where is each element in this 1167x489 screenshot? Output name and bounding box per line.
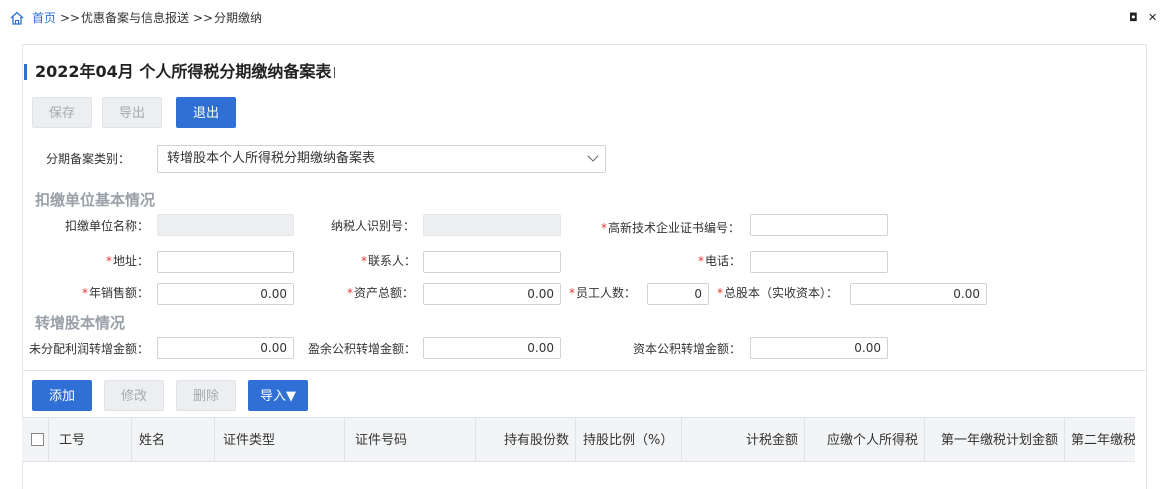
column-header[interactable]: 持有股份数 <box>476 418 576 461</box>
undistributed-profit-label: 未分配利润转增金额： <box>29 342 150 356</box>
employees-label: *员工人数： <box>569 286 637 300</box>
total-assets-label: *资产总额： <box>347 286 415 300</box>
phone-label: *电话： <box>698 254 742 268</box>
breadcrumb: 首页 >> 优惠备案与信息报送 >> 分期缴纳 ◘ ✕ <box>0 0 1167 36</box>
category-label: 分期备案类别： <box>46 152 131 166</box>
surplus-reserve-label: 盈余公积转增金额： <box>308 342 417 356</box>
section-title-capital: 转增股本情况 <box>35 314 126 332</box>
cert-no-label: *高新技术企业证书编号： <box>601 221 741 235</box>
total-capital-field[interactable]: 0.00 <box>850 283 987 305</box>
chevron-down-icon <box>587 150 599 162</box>
table-body <box>22 462 1135 489</box>
column-header[interactable]: 应缴个人所得税 <box>805 418 925 461</box>
table-header: 工号 姓名 证件类型 证件号码 持有股份数 持股比例（%） 计税金额 应缴个人所… <box>22 417 1135 462</box>
contact-label: *联系人： <box>361 254 417 268</box>
add-button[interactable]: 添加 <box>32 380 92 411</box>
column-header[interactable]: 第二年缴税 <box>1065 418 1135 461</box>
select-all-checkbox[interactable] <box>31 433 44 446</box>
edit-button[interactable]: 修改 <box>104 380 164 411</box>
taxpayer-id-label: 纳税人识别号： <box>331 219 416 233</box>
text-caret <box>334 67 335 78</box>
cert-no-field[interactable] <box>750 214 888 236</box>
page-title: 2022年04月 个人所得税分期缴纳备案表 <box>35 62 332 81</box>
category-select[interactable]: 转增股本个人所得税分期缴纳备案表 <box>157 145 606 173</box>
surplus-reserve-field[interactable]: 0.00 <box>423 337 561 359</box>
column-header[interactable]: 持股比例（%） <box>576 418 682 461</box>
column-header[interactable]: 第一年缴税计划金额 <box>925 418 1065 461</box>
export-button[interactable]: 导出 <box>102 97 162 128</box>
restore-icon[interactable]: ◘ <box>1129 11 1138 25</box>
category-selected-value: 转增股本个人所得税分期缴纳备案表 <box>167 151 376 166</box>
breadcrumb-current: 分期缴纳 <box>214 11 263 25</box>
column-header[interactable]: 工号 <box>49 418 132 461</box>
breadcrumb-separator: >> <box>60 11 81 25</box>
close-icon[interactable]: ✕ <box>1148 11 1157 25</box>
column-header[interactable]: 证件类型 <box>215 418 345 461</box>
breadcrumb-home-link[interactable]: 首页 <box>32 11 56 25</box>
breadcrumb-section[interactable]: 优惠备案与信息报送 <box>81 11 189 25</box>
total-assets-field[interactable]: 0.00 <box>423 283 561 305</box>
taxpayer-id-field[interactable] <box>423 214 561 236</box>
employees-field[interactable]: 0 <box>647 283 709 305</box>
column-header[interactable]: 证件号码 <box>345 418 476 461</box>
annual-sales-field[interactable]: 0.00 <box>157 283 294 305</box>
unit-name-field[interactable] <box>157 214 294 236</box>
phone-field[interactable] <box>750 251 888 273</box>
breadcrumb-separator: >> <box>193 11 214 25</box>
home-icon[interactable] <box>9 10 25 26</box>
annual-sales-label: *年销售额： <box>82 286 150 300</box>
divider <box>22 370 1147 371</box>
undistributed-profit-field[interactable]: 0.00 <box>157 337 294 359</box>
title-accent-bar <box>24 64 27 80</box>
capital-reserve-field[interactable]: 0.00 <box>750 337 888 359</box>
exit-button[interactable]: 退出 <box>176 97 236 128</box>
capital-reserve-label: 资本公积转增金额： <box>633 342 742 356</box>
import-dropdown-button[interactable]: 导入▼ <box>248 380 308 411</box>
address-label: *地址： <box>106 254 150 268</box>
address-field[interactable] <box>157 251 294 273</box>
save-button[interactable]: 保存 <box>32 97 92 128</box>
unit-name-label: 扣缴单位名称： <box>65 219 150 233</box>
column-header[interactable]: 计税金额 <box>682 418 805 461</box>
section-title-basic: 扣缴单位基本情况 <box>35 191 156 209</box>
total-capital-label: *总股本（实收资本）： <box>717 286 839 300</box>
delete-button[interactable]: 删除 <box>176 380 236 411</box>
select-all-cell <box>22 418 49 461</box>
contact-field[interactable] <box>423 251 561 273</box>
column-header[interactable]: 姓名 <box>132 418 215 461</box>
